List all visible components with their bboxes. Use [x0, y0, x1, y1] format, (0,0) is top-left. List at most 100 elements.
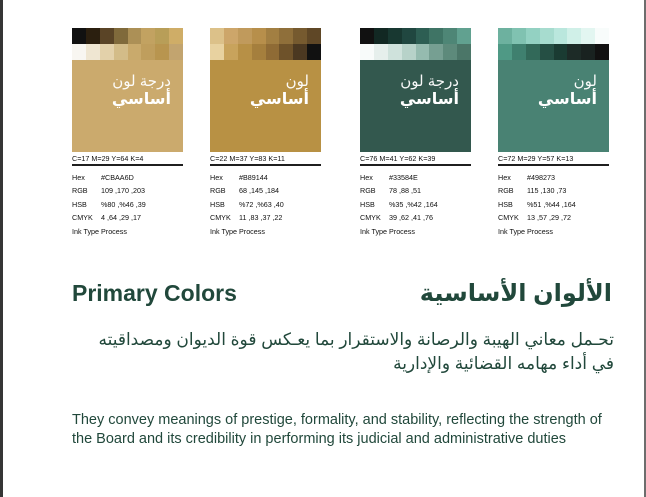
- shade-cell: [265, 28, 280, 44]
- shade-cell: [85, 28, 100, 44]
- spec-label-rgb: RGB: [72, 186, 88, 196]
- shade-cell: [307, 44, 321, 60]
- description-english: They convey meanings of prestige, formal…: [72, 412, 602, 447]
- spec-row-ink-type: Ink Type Process: [72, 225, 183, 238]
- shade-cell: [457, 44, 471, 60]
- spec-row-hsb: HSB %35 ,%42 ,164: [360, 198, 471, 211]
- shade-cell: [539, 44, 554, 60]
- swatch-title-line1: درجة لون: [112, 73, 171, 90]
- main-color-swatch: لون أساسي: [210, 60, 321, 152]
- shade-cell: [360, 44, 374, 60]
- shade-cell: [567, 44, 582, 60]
- spec-value-hex: #498273: [527, 173, 555, 182]
- shade-cell: [141, 44, 156, 60]
- shade-cell: [443, 28, 458, 44]
- swatch-card: درجة لون أساسي C=17 M=29 Y=64 K=4 Hex #C…: [72, 28, 183, 258]
- spec-label-ink-type: Ink Type: [72, 226, 100, 236]
- swatch-title: لون أساسي: [538, 74, 597, 109]
- swatch-title: لون أساسي: [250, 74, 309, 109]
- shade-cell: [293, 44, 308, 60]
- spec-label-hsb: HSB: [210, 199, 225, 209]
- shade-stripes: [210, 28, 321, 60]
- spec-value-hex: #33584E: [389, 173, 418, 182]
- swatch-title-line2: أساسي: [249, 90, 309, 108]
- spec-row-cmyk: CMYK 4 ,64 ,29 ,17: [72, 211, 183, 224]
- shade-cell: [525, 28, 540, 44]
- primary-colors-panel: درجة لون أساسي C=17 M=29 Y=64 K=4 Hex #C…: [60, 8, 634, 488]
- spec-label-ink-type: Ink Type: [210, 226, 238, 236]
- swatch-title: درجة لون أساسي: [112, 74, 171, 109]
- shade-cell: [511, 44, 526, 60]
- spec-row-cmyk: CMYK 39 ,62 ,41 ,76: [360, 211, 471, 224]
- shade-cell: [387, 28, 402, 44]
- spec-label-hsb: HSB: [72, 199, 87, 209]
- cmyk-title: C=76 M=41 Y=62 K=39: [360, 154, 471, 166]
- spec-value-cmyk: 39 ,62 ,41 ,76: [389, 213, 433, 223]
- swatch-title: درجة لون أساسي: [400, 74, 459, 109]
- shade-cell: [99, 28, 114, 44]
- shade-cell: [169, 44, 183, 60]
- spec-row-hsb: HSB %72 ,%63 ,40: [210, 198, 321, 211]
- spec-row-rgb: RGB 68 ,145 ,184: [210, 184, 321, 197]
- shade-cell: [210, 44, 224, 60]
- spec-label-hex: Hex: [210, 173, 223, 182]
- shade-cell: [429, 44, 444, 60]
- spec-label-cmyk: CMYK: [498, 213, 519, 223]
- shade-cell: [223, 28, 238, 44]
- spec-value-cmyk: 13 ,57 ,29 ,72: [527, 213, 571, 223]
- shade-cell: [72, 44, 86, 60]
- shade-cell: [429, 28, 444, 44]
- spec-value-ink-type: Process: [527, 226, 553, 236]
- shade-cell: [567, 28, 582, 44]
- shade-cell: [293, 28, 308, 44]
- shade-cell: [127, 28, 142, 44]
- shade-cell: [401, 44, 416, 60]
- shade-stripes: [72, 28, 183, 60]
- shade-cell: [127, 44, 142, 60]
- shade-cell: [307, 28, 321, 44]
- spec-value-hsb: %72 ,%63 ,40: [239, 199, 284, 209]
- spec-value-ink-type: Process: [101, 226, 127, 236]
- shade-cell: [415, 44, 430, 60]
- spec-row-hsb: HSB %51 ,%44 ,164: [498, 198, 609, 211]
- shade-cell: [387, 44, 402, 60]
- spec-value-rgb: 115 ,130 ,73: [527, 186, 567, 196]
- shade-cell: [237, 44, 252, 60]
- shade-cell: [595, 28, 609, 44]
- shade-cell: [279, 44, 294, 60]
- swatch-title-line1: لون: [573, 73, 597, 90]
- spec-label-ink-type: Ink Type: [360, 226, 388, 236]
- spec-row-hsb: HSB %80 ,%46 ,39: [72, 198, 183, 211]
- spec-value-hex: #CBAA6D: [101, 173, 134, 182]
- shade-cell: [85, 44, 100, 60]
- shade-cell: [360, 28, 374, 44]
- color-specs: Hex #B89144 RGB 68 ,145 ,184 HSB %72 ,%6…: [210, 171, 321, 238]
- shade-cell: [595, 44, 609, 60]
- color-specs: Hex #498273 RGB 115 ,130 ,73 HSB %51 ,%4…: [498, 171, 609, 238]
- main-color-swatch: درجة لون أساسي: [72, 60, 183, 152]
- spec-value-ink-type: Process: [239, 226, 265, 236]
- spec-row-rgb: RGB 115 ,130 ,73: [498, 184, 609, 197]
- spec-row-hex: Hex #B89144: [210, 171, 321, 184]
- spec-value-rgb: 68 ,145 ,184: [239, 186, 279, 196]
- spec-label-hex: Hex: [498, 173, 511, 182]
- shade-cell: [443, 44, 458, 60]
- shade-cell: [373, 28, 388, 44]
- spec-label-cmyk: CMYK: [72, 213, 93, 223]
- spec-row-ink-type: Ink Type Process: [360, 225, 471, 238]
- shade-cell: [155, 28, 170, 44]
- section-heading-row: Primary Colors الألوان الأساسية: [72, 280, 612, 314]
- spec-label-hex: Hex: [360, 173, 373, 182]
- shade-cell: [539, 28, 554, 44]
- spec-value-rgb: 78 ,88 ,51: [389, 186, 421, 196]
- spec-row-cmyk: CMYK 13 ,57 ,29 ,72: [498, 211, 609, 224]
- shade-cell: [237, 28, 252, 44]
- swatch-title-line2: أساسي: [111, 90, 171, 108]
- spec-row-cmyk: CMYK 11 ,83 ,37 ,22: [210, 211, 321, 224]
- shade-cell: [155, 44, 170, 60]
- shade-cell: [251, 28, 266, 44]
- spec-label-rgb: RGB: [210, 186, 226, 196]
- heading-english: Primary Colors: [72, 280, 237, 306]
- shade-cell: [265, 44, 280, 60]
- spec-row-ink-type: Ink Type Process: [498, 225, 609, 238]
